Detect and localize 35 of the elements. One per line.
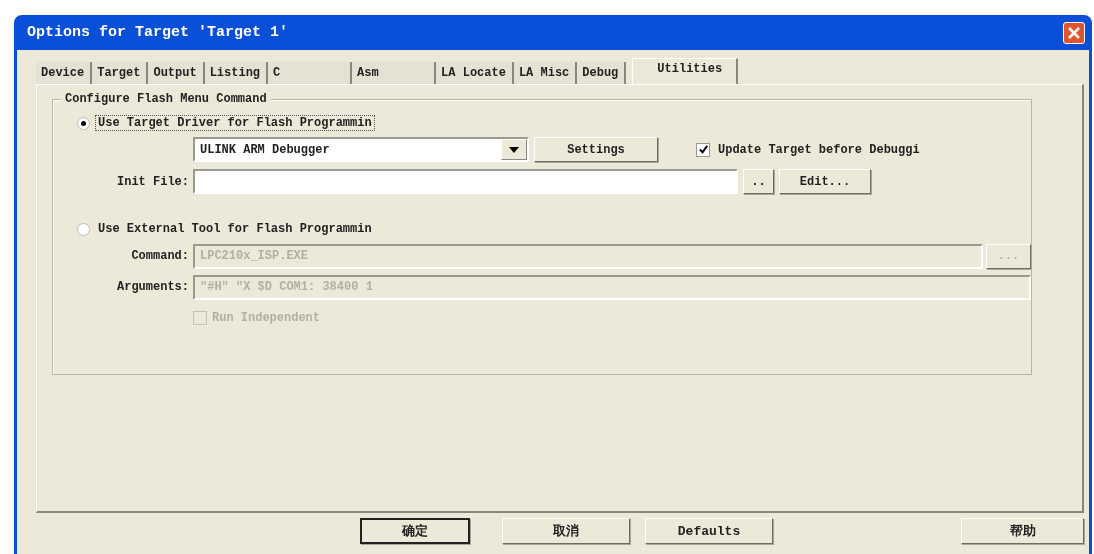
- field-label: Arguments:: [116, 280, 190, 294]
- field-label: Command:: [130, 249, 190, 263]
- radio-button[interactable]: [77, 222, 90, 236]
- tab[interactable]: LA Misc: [513, 62, 578, 84]
- close-button[interactable]: [1063, 21, 1085, 44]
- dropdown[interactable]: ULINK ARM Debugger: [193, 137, 529, 162]
- dialog-button[interactable]: 取消: [502, 518, 630, 544]
- radio-button[interactable]: [77, 116, 90, 130]
- tab[interactable]: Asm: [352, 62, 437, 84]
- edit-button[interactable]: Edit...: [779, 169, 871, 194]
- tab[interactable]: Debug: [577, 62, 627, 84]
- close-icon: [1067, 25, 1081, 40]
- dialog-button[interactable]: Defaults: [645, 518, 773, 544]
- browse-button[interactable]: ..: [743, 169, 774, 194]
- field-label: Init File:: [116, 174, 190, 189]
- checkbox[interactable]: [193, 311, 207, 325]
- dialog-button[interactable]: 帮助: [961, 518, 1084, 544]
- tab[interactable]: Output: [148, 62, 205, 84]
- dialog-button[interactable]: 确定: [360, 518, 470, 544]
- tab[interactable]: C: [268, 62, 353, 84]
- window-title: Options for Target 'Target 1': [27, 24, 290, 41]
- tab[interactable]: LA Locate: [436, 62, 514, 84]
- settings-button[interactable]: Settings: [534, 137, 658, 162]
- checkbox[interactable]: [696, 142, 710, 157]
- tab[interactable]: Listing: [204, 62, 269, 84]
- radio-label[interactable]: Use External Tool for Flash Programmin: [95, 221, 375, 237]
- checkbox-label: Update Target before Debuggi: [718, 142, 920, 157]
- init-file-field[interactable]: [193, 169, 738, 194]
- caret-icon: [509, 146, 519, 153]
- tab[interactable]: Target: [92, 62, 149, 84]
- tab[interactable]: Utilities: [632, 58, 739, 84]
- checkbox-label: Run Independent: [212, 311, 321, 325]
- tab[interactable]: Device: [36, 62, 93, 84]
- group-title: Configure Flash Menu Command: [61, 92, 271, 106]
- radio-label[interactable]: Use Target Driver for Flash Programmin: [95, 115, 375, 131]
